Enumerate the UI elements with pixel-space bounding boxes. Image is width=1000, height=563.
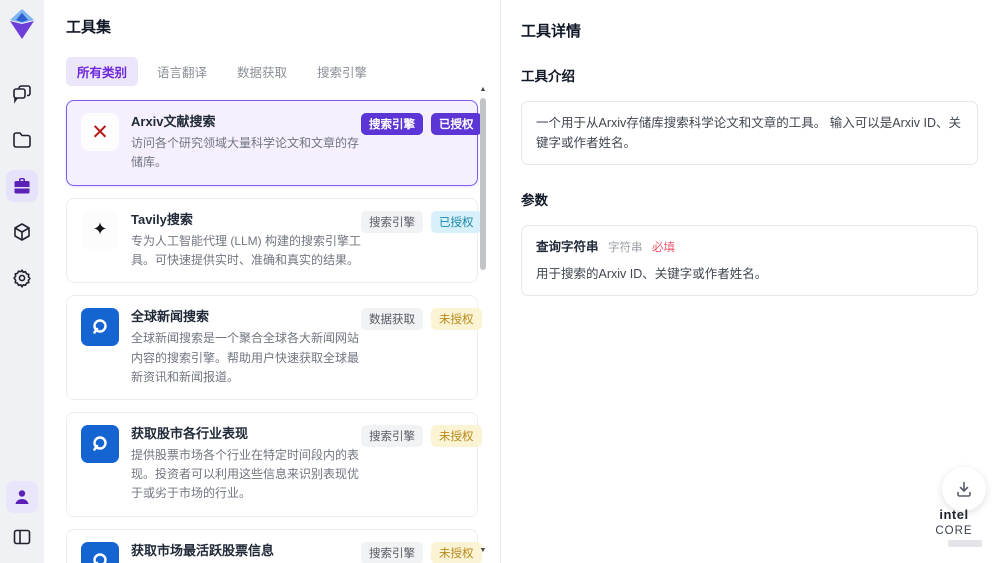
tool-name: 获取股市各行业表现 [131, 425, 249, 441]
chat-icon[interactable] [6, 78, 38, 110]
package-icon[interactable] [6, 216, 38, 248]
param-description: 用于搜索的Arxiv ID、关键字或作者姓名。 [536, 267, 768, 282]
intel-wordmark: intel [939, 507, 969, 522]
param-box: 查询字符串 字符串 必填 用于搜索的Arxiv ID、关键字或作者姓名。 [521, 225, 978, 297]
tool-card-global-news[interactable]: 全球新闻搜索 全球新闻搜索是一个聚合全球各大新闻网站内容的搜索引擎。帮助用户快速… [66, 295, 482, 400]
intro-heading: 工具介绍 [521, 69, 575, 84]
category-badge: 搜索引擎 [361, 541, 423, 563]
tool-card-active-stocks[interactable]: 获取市场最活跃股票信息 提供当天交易量最高的股票列表，投资者可以利用这些信息来识… [66, 528, 482, 563]
param-name: 查询字符串 [536, 240, 599, 254]
intel-badge-sub [948, 540, 982, 547]
news-search-logo-icon [81, 308, 119, 347]
category-tabs: 所有类别 语言翻译 数据获取 搜索引擎 [66, 57, 500, 86]
detail-title: 工具详情 [521, 23, 582, 40]
folder-icon[interactable] [6, 124, 38, 156]
tavily-star-icon: ✦ [81, 210, 119, 249]
tool-description: 全球新闻搜索是一个聚合全球各大新闻网站内容的搜索引擎。帮助用户快速获取全球最新资… [131, 331, 360, 384]
tool-name: 获取市场最活跃股票信息 [131, 542, 275, 558]
tool-detail-panel: 工具详情 工具介绍 一个用于从Arxiv存储库搜索科学论文和文章的工具。 输入可… [500, 0, 1000, 563]
tool-description: 专为人工智能代理 (LLM) 构建的搜索引擎工具。可快速提供实时、准确和真实的结… [131, 233, 362, 267]
intel-core-logo: intel CORE [922, 507, 986, 547]
settings-gear-icon[interactable] [6, 262, 38, 294]
news-search-logo-icon [81, 541, 119, 563]
auth-status-badge: 未授权 [431, 424, 482, 447]
auth-status-badge: 已授权 [431, 210, 482, 233]
tab-data-fetch[interactable]: 数据获取 [226, 57, 298, 86]
tab-search-engine[interactable]: 搜索引擎 [306, 57, 378, 86]
category-badge: 搜索引擎 [361, 424, 423, 447]
app-logo-icon [10, 9, 34, 39]
param-required-badge: 必填 [651, 242, 675, 254]
auth-status-badge: 未授权 [431, 308, 482, 331]
tool-list: ✕ Arxiv文献搜索 访问各个研究领域大量科学论文和文章的存储库。 搜索引擎 … [66, 100, 482, 563]
tool-card-arxiv[interactable]: ✕ Arxiv文献搜索 访问各个研究领域大量科学论文和文章的存储库。 搜索引擎 … [66, 100, 482, 186]
toolbox-icon[interactable] [6, 170, 38, 202]
news-search-logo-icon [81, 424, 119, 463]
category-badge: 搜索引擎 [361, 113, 423, 135]
tool-description: 访问各个研究领域大量科学论文和文章的存储库。 [131, 136, 360, 170]
list-scrollbar[interactable]: ▲ ▼ [479, 84, 487, 557]
scroll-down-arrow[interactable]: ▼ [479, 547, 487, 555]
tool-name: 全球新闻搜索 [131, 309, 210, 325]
page-title: 工具集 [66, 19, 112, 36]
tab-language-translation[interactable]: 语言翻译 [146, 57, 218, 86]
tab-all-categories[interactable]: 所有类别 [66, 57, 139, 86]
tool-list-panel: 工具集 所有类别 语言翻译 数据获取 搜索引擎 ✕ Arxiv文献搜索 访问各个… [44, 0, 500, 563]
scrollbar-thumb[interactable] [480, 98, 486, 270]
category-badge: 数据获取 [361, 308, 423, 331]
arxiv-logo-icon: ✕ [81, 113, 119, 151]
tool-name: Arxiv文献搜索 [131, 114, 216, 129]
tool-card-tavily[interactable]: ✦ Tavily搜索 专为人工智能代理 (LLM) 构建的搜索引擎工具。可快速提… [66, 197, 482, 284]
tool-card-sector-performance[interactable]: 获取股市各行业表现 提供股票市场各个行业在特定时间段内的表现。投资者可以利用这些… [66, 411, 482, 517]
user-icon[interactable] [6, 481, 38, 513]
app-window: 工具集 所有类别 语言翻译 数据获取 搜索引擎 ✕ Arxiv文献搜索 访问各个… [0, 0, 1000, 563]
auth-status-badge: 已授权 [431, 113, 482, 135]
params-heading: 参数 [521, 193, 548, 208]
scroll-up-arrow[interactable]: ▲ [479, 86, 487, 94]
intro-box: 一个用于从Arxiv存储库搜索科学论文和文章的工具。 输入可以是Arxiv ID… [521, 101, 978, 165]
tool-name: Tavily搜索 [131, 211, 193, 227]
tool-description: 提供股票市场各个行业在特定时间段内的表现。投资者可以利用这些信息来识别表现优于或… [131, 448, 360, 501]
panel-toggle-icon[interactable] [6, 521, 38, 553]
param-type: 字符串 [608, 242, 643, 254]
core-wordmark: CORE [935, 525, 973, 537]
auth-status-badge: 未授权 [431, 541, 482, 563]
left-rail [0, 0, 44, 563]
category-badge: 搜索引擎 [361, 210, 423, 233]
download-button[interactable] [942, 467, 986, 511]
